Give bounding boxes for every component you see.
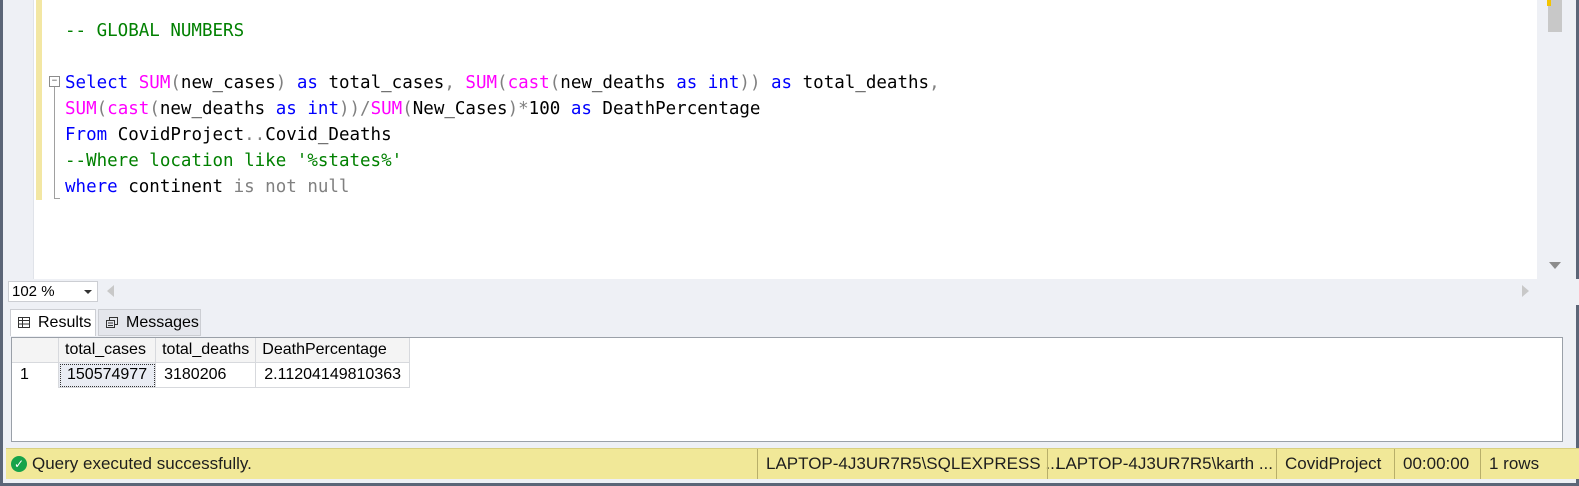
code-token: From xyxy=(65,125,118,145)
column-header[interactable]: total_cases xyxy=(58,338,157,363)
tab-results-label: Results xyxy=(38,314,92,331)
code-token: SUM xyxy=(138,73,171,93)
scroll-down-arrow-icon[interactable] xyxy=(1549,262,1561,269)
code-token: 100 xyxy=(528,99,571,119)
code-token: CovidProject xyxy=(117,125,245,145)
code-token: new_cases xyxy=(180,73,276,93)
corner-cell[interactable] xyxy=(12,338,59,363)
status-user: LAPTOP-4J3UR7R5\karth ... xyxy=(1047,449,1276,479)
results-grid-panel: total_cases total_deaths DeathPercentage… xyxy=(11,337,1563,442)
code-token: SUM xyxy=(370,99,403,119)
column-header[interactable]: DeathPercentage xyxy=(255,338,411,363)
chevron-down-icon[interactable] xyxy=(84,290,92,294)
table-cell[interactable]: 2.11204149810363 xyxy=(255,362,411,388)
code-token: as xyxy=(296,73,329,93)
code-line[interactable]: --Where location like '%states%' xyxy=(65,148,402,174)
scroll-change-marker xyxy=(1547,0,1551,6)
column-header[interactable]: total_deaths xyxy=(155,338,257,363)
code-token: ( xyxy=(402,99,413,119)
code-token: total_deaths xyxy=(802,73,930,93)
results-table: total_cases total_deaths DeathPercentage… xyxy=(12,338,411,388)
status-elapsed: 00:00:00 xyxy=(1394,449,1480,479)
code-token: SUM xyxy=(65,99,97,119)
code-token: ( xyxy=(149,99,160,119)
code-token: where xyxy=(65,177,129,197)
zoom-select[interactable]: 102 % xyxy=(8,281,98,302)
code-line[interactable]: From CovidProject..Covid_Deaths xyxy=(65,122,392,148)
code-token: -- GLOBAL NUMBERS xyxy=(65,21,245,41)
grid-icon xyxy=(18,317,30,328)
collapse-icon[interactable]: − xyxy=(49,76,60,87)
code-token: cast xyxy=(107,99,150,119)
code-token: total_cases xyxy=(328,73,445,93)
status-rows: 1 rows xyxy=(1480,449,1579,479)
query-window: − -- GLOBAL NUMBERS Select SUM(new_cases… xyxy=(0,0,1579,486)
code-token: is not null xyxy=(233,177,350,197)
code-token: --Where location like xyxy=(65,151,297,171)
tab-results[interactable]: Results xyxy=(10,309,96,336)
code-line[interactable]: Select SUM(new_cases) as total_cases, SU… xyxy=(65,70,940,96)
fold-guide-end xyxy=(54,198,60,199)
zoom-value: 102 % xyxy=(12,283,55,300)
scroll-right-arrow-icon[interactable] xyxy=(1522,285,1529,297)
code-token: as xyxy=(771,73,803,93)
code-token: ( xyxy=(96,99,108,119)
code-token: New_Cases xyxy=(412,99,508,119)
code-token: new_deaths xyxy=(560,73,677,93)
code-token: Select xyxy=(65,73,139,93)
code-token: as xyxy=(676,73,708,93)
code-token: , xyxy=(929,73,940,93)
success-check-icon: ✓ xyxy=(11,456,27,472)
messages-icon xyxy=(106,317,118,328)
header-row: total_cases total_deaths DeathPercentage xyxy=(12,338,411,363)
tab-messages[interactable]: Messages xyxy=(98,309,201,336)
row-number[interactable]: 1 xyxy=(12,362,59,388)
code-token: ) xyxy=(275,73,297,93)
zoom-row: 102 % xyxy=(6,279,1579,305)
status-bar: ✓ Query executed successfully. LAPTOP-4J… xyxy=(6,448,1579,479)
code-token: as xyxy=(570,99,603,119)
code-token: SUM xyxy=(465,73,498,93)
code-token: ))/ xyxy=(338,99,371,119)
code-token: int xyxy=(307,99,339,119)
code-token: '%states%' xyxy=(296,151,403,171)
code-line[interactable]: SUM(cast(new_deaths as int))/SUM(New_Cas… xyxy=(65,96,760,122)
code-token: Covid_Deaths xyxy=(265,125,392,145)
code-token: new_deaths xyxy=(159,99,276,119)
status-database: CovidProject xyxy=(1276,449,1394,479)
status-server: LAPTOP-4J3UR7R5\SQLEXPRESS ... xyxy=(757,449,1060,479)
editor-gutter xyxy=(3,0,34,279)
status-message: Query executed successfully. xyxy=(32,454,252,473)
scroll-left-arrow-icon[interactable] xyxy=(107,285,114,297)
tab-messages-label: Messages xyxy=(126,314,199,331)
table-row: 1 150574977 3180206 2.11204149810363 xyxy=(12,362,411,388)
change-tracking-bar xyxy=(36,0,42,200)
table-cell[interactable]: 150574977 xyxy=(58,362,157,388)
sql-editor[interactable]: − -- GLOBAL NUMBERS Select SUM(new_cases… xyxy=(3,0,1537,279)
fold-guide xyxy=(54,87,55,199)
code-token: ( xyxy=(497,73,508,93)
code-token: , xyxy=(444,73,466,93)
code-token: .. xyxy=(244,125,266,145)
code-token: continent xyxy=(128,177,234,197)
code-line[interactable]: where continent is not null xyxy=(65,174,349,200)
code-token: int xyxy=(707,73,740,93)
code-token: ( xyxy=(170,73,181,93)
code-line[interactable]: -- GLOBAL NUMBERS xyxy=(65,18,244,44)
vertical-scrollbar[interactable] xyxy=(1540,0,1570,279)
code-token: )* xyxy=(507,99,529,119)
table-cell[interactable]: 3180206 xyxy=(155,362,257,388)
code-token: as xyxy=(275,99,308,119)
code-token: DeathPercentage xyxy=(602,99,761,119)
code-token: cast xyxy=(507,73,550,93)
code-token: )) xyxy=(739,73,772,93)
code-token: ( xyxy=(549,73,561,93)
